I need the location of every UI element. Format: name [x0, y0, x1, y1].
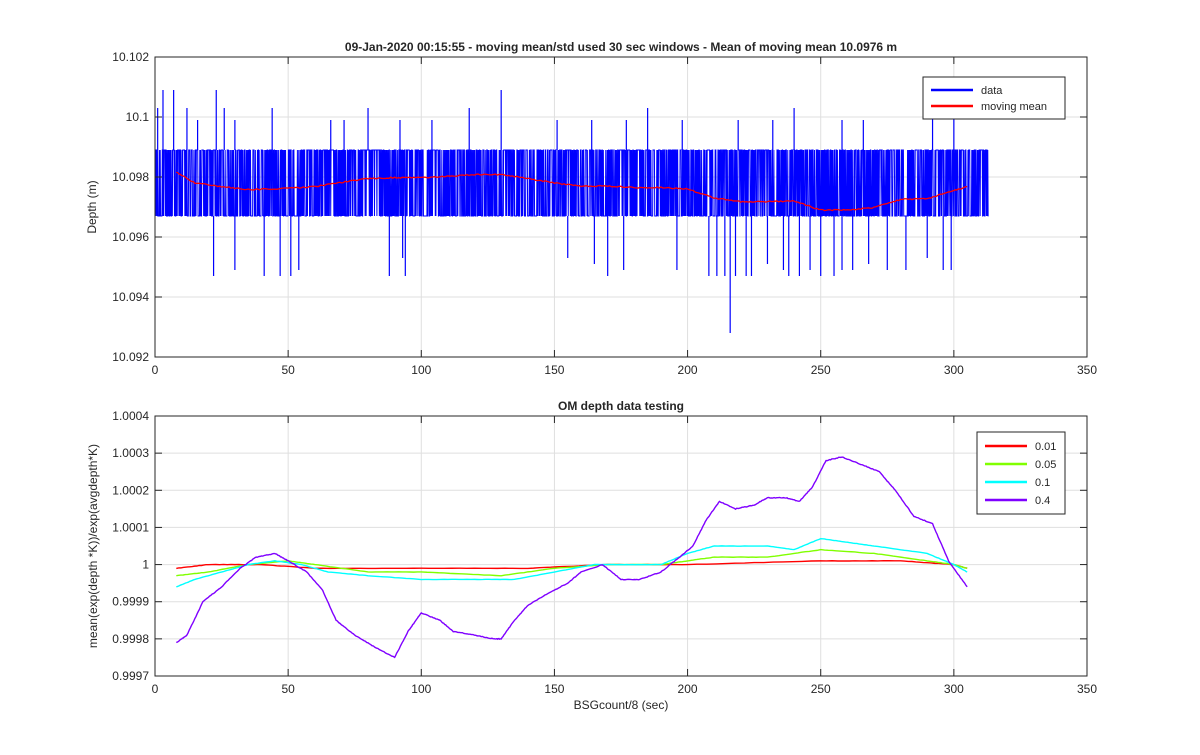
- x-tick-label: 100: [411, 682, 431, 696]
- y-tick-label: 10.094: [112, 290, 149, 304]
- legend-label: 0.4: [1035, 495, 1050, 507]
- x-tick-label: 50: [281, 682, 295, 696]
- legend-label: data: [981, 85, 1003, 97]
- x-tick-label: 200: [678, 682, 698, 696]
- depth-plot: 0 50 100 150 200 250 300 350 10.092 10.094 10.096 1…: [85, 40, 1097, 377]
- y-axis-label: mean(exp(depth *K))/exp(avgdepth*K): [86, 444, 100, 648]
- x-tick-label: 150: [544, 682, 564, 696]
- y-tick-label: 10.092: [112, 350, 149, 364]
- y-tick-label: 1.0003: [112, 446, 149, 460]
- legend-label: 0.1: [1035, 477, 1050, 489]
- y-tick-label: 0.9998: [112, 632, 149, 646]
- x-tick-label: 100: [411, 363, 431, 377]
- x-tick-label: 150: [544, 363, 564, 377]
- chart-title: 09-Jan-2020 00:15:55 - moving mean/std u…: [345, 40, 897, 54]
- legend: data moving mean: [922, 76, 1066, 120]
- figure-canvas: 0 50 100 150 200 250 300 35010.09210.09410.0961…: [85, 40, 1097, 712]
- x-tick-label: 350: [1077, 682, 1097, 696]
- x-tick-label: 350: [1077, 363, 1097, 377]
- x-tick-label: 300: [944, 363, 964, 377]
- plot-area: [155, 416, 1087, 676]
- x-axis-label: BSGcount/8 (sec): [574, 698, 669, 712]
- x-tick-label: 200: [678, 363, 698, 377]
- x-tick-label: 250: [811, 363, 831, 377]
- y-tick-label: 0.9997: [112, 669, 149, 683]
- legend: 0.01 0.05 0.1 0.4: [976, 431, 1066, 515]
- legend-label: 0.05: [1035, 459, 1056, 471]
- om-depth-plot: 0 50 100 150 200 250 300 350 0.9997 0.9998 0.9999 1…: [86, 399, 1097, 712]
- x-tick-label: 0: [152, 682, 159, 696]
- y-tick-label: 1.0004: [112, 409, 149, 423]
- chart-title: OM depth data testing: [558, 399, 684, 413]
- y-tick-label: 10.098: [112, 170, 149, 184]
- x-tick-label: 0: [152, 363, 159, 377]
- x-tick-label: 300: [944, 682, 964, 696]
- legend-label: 0.01: [1035, 441, 1056, 453]
- y-tick-label: 1.0001: [112, 520, 149, 534]
- y-tick-label: 0.9999: [112, 595, 149, 609]
- y-tick-label: 10.096: [112, 230, 149, 244]
- x-tick-label: 250: [811, 682, 831, 696]
- y-tick-label: 1.0002: [112, 483, 149, 497]
- y-tick-label: 10.102: [112, 50, 149, 64]
- data-series-line: [155, 149, 989, 217]
- x-tick-label: 50: [281, 363, 295, 377]
- y-tick-label: 1: [142, 558, 149, 572]
- y-tick-label: 10.1: [126, 110, 150, 124]
- y-axis-label: Depth (m): [85, 180, 99, 233]
- legend-label: moving mean: [981, 101, 1047, 113]
- figure: 0 50 100 150 200 250 300 350 10.092 10.094 10.096 1…: [0, 0, 1200, 750]
